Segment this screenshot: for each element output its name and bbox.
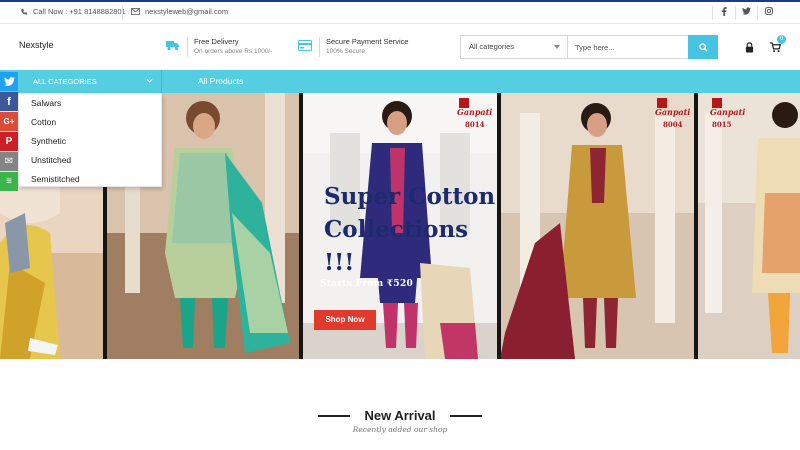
product-code: 8015 [712,120,732,129]
email-icon: ✉ [4,156,14,167]
lock-icon [745,42,754,53]
share-more-button[interactable]: ≡ [0,172,18,191]
share-twitter-button[interactable] [0,72,18,91]
category-item-cotton[interactable]: Cotton [31,117,56,127]
search-button[interactable] [688,35,718,59]
category-item-synthetic[interactable]: Synthetic [31,136,66,146]
phone-contact[interactable]: Call Now : +91 8148882801 [20,7,126,16]
chevron-down-icon [554,45,560,49]
divider [757,6,758,20]
phone-text: Call Now : +91 8148882801 [33,7,126,16]
feature-title: Secure Payment Service [326,37,409,46]
pinterest-icon: P [5,136,13,147]
more-icon: ≡ [6,176,12,187]
share-email-button[interactable]: ✉ [0,152,18,171]
facebook-icon: f [7,95,11,108]
logo-text: Ganpati [457,107,493,117]
ganpati-logo: Ganpati 8014 [455,97,493,137]
section-title: New Arrival [364,408,436,423]
email-contact[interactable]: nexstyleweb@gmail.com [131,7,228,16]
free-delivery-feature: Free Delivery On orders above Rs.1000/- [166,37,272,57]
secure-payment-feature: Secure Payment Service 100% Secure [298,37,409,57]
category-item-semistitched[interactable]: Semistitched [31,174,80,184]
facebook-icon[interactable] [721,7,727,18]
all-categories-toggle[interactable]: ALL CATEGORIES [18,70,162,93]
product-code: 8004 [663,120,683,129]
feature-title: Free Delivery [194,37,239,46]
ganpati-logo: Ganpati 8004 [653,97,691,137]
category-select[interactable]: All categories [461,36,568,58]
cart-count-badge: 0 [777,35,786,44]
feature-divider [187,37,188,57]
share-google-plus-button[interactable]: G+ [0,112,18,131]
divider [122,6,123,20]
email-text: nexstyleweb@gmail.com [145,7,229,16]
phone-icon [21,8,28,15]
search-icon [698,42,708,52]
feature-subtitle: 100% Secure [326,47,366,55]
envelope-icon [131,8,140,15]
section-subtitle: Recently added our shop [352,425,448,434]
top-bar: Call Now : +91 8148882801 nexstyleweb@gm… [0,0,800,24]
instagram-icon[interactable] [765,7,773,17]
category-select-value: All categories [469,42,515,51]
feature-divider [319,37,320,57]
logo-text: Ganpati [655,107,691,117]
category-dropdown: Salwars Cotton Synthetic Unstitched Semi… [18,93,162,187]
price-from-text: Starts From ₹520 [320,279,414,289]
divider [735,6,736,20]
share-facebook-button[interactable]: f [0,92,18,111]
cart-button[interactable]: 0 [770,35,786,58]
banner-headline: Super Cotton Collections !!! [324,180,504,279]
site-logo[interactable]: Nexstyle [19,40,54,50]
category-item-salwars[interactable]: Salwars [31,98,61,108]
chevron-down-icon [146,78,153,83]
logo-text: Ganpati [710,107,746,117]
ganpati-logo: Ganpati 8015 [708,97,746,137]
category-item-unstitched[interactable]: Unstitched [31,155,71,165]
feature-subtitle: On orders above Rs.1000/- [194,47,273,55]
card-icon [298,40,312,51]
main-nav: ALL CATEGORIES All Products [0,70,800,93]
account-lock-button[interactable] [745,40,754,58]
search-input[interactable] [569,36,689,58]
panel-divider [299,93,303,359]
divider [712,6,713,20]
product-code: 8014 [465,120,485,129]
all-categories-label: ALL CATEGORIES [33,77,97,86]
share-rail: f G+ P ✉ ≡ [0,72,18,192]
truck-icon [166,41,179,51]
panel-divider [694,93,698,359]
headline-line: Collections !!! [324,216,469,276]
headline-line: Super Cotton [324,183,496,210]
twitter-icon [3,77,15,86]
share-pinterest-button[interactable]: P [0,132,18,151]
shop-now-button[interactable]: Shop Now [314,310,376,330]
search-bar: All categories [460,35,718,59]
twitter-icon[interactable] [742,7,751,17]
nav-all-products[interactable]: All Products [198,76,243,86]
google-plus-icon: G+ [3,117,15,126]
